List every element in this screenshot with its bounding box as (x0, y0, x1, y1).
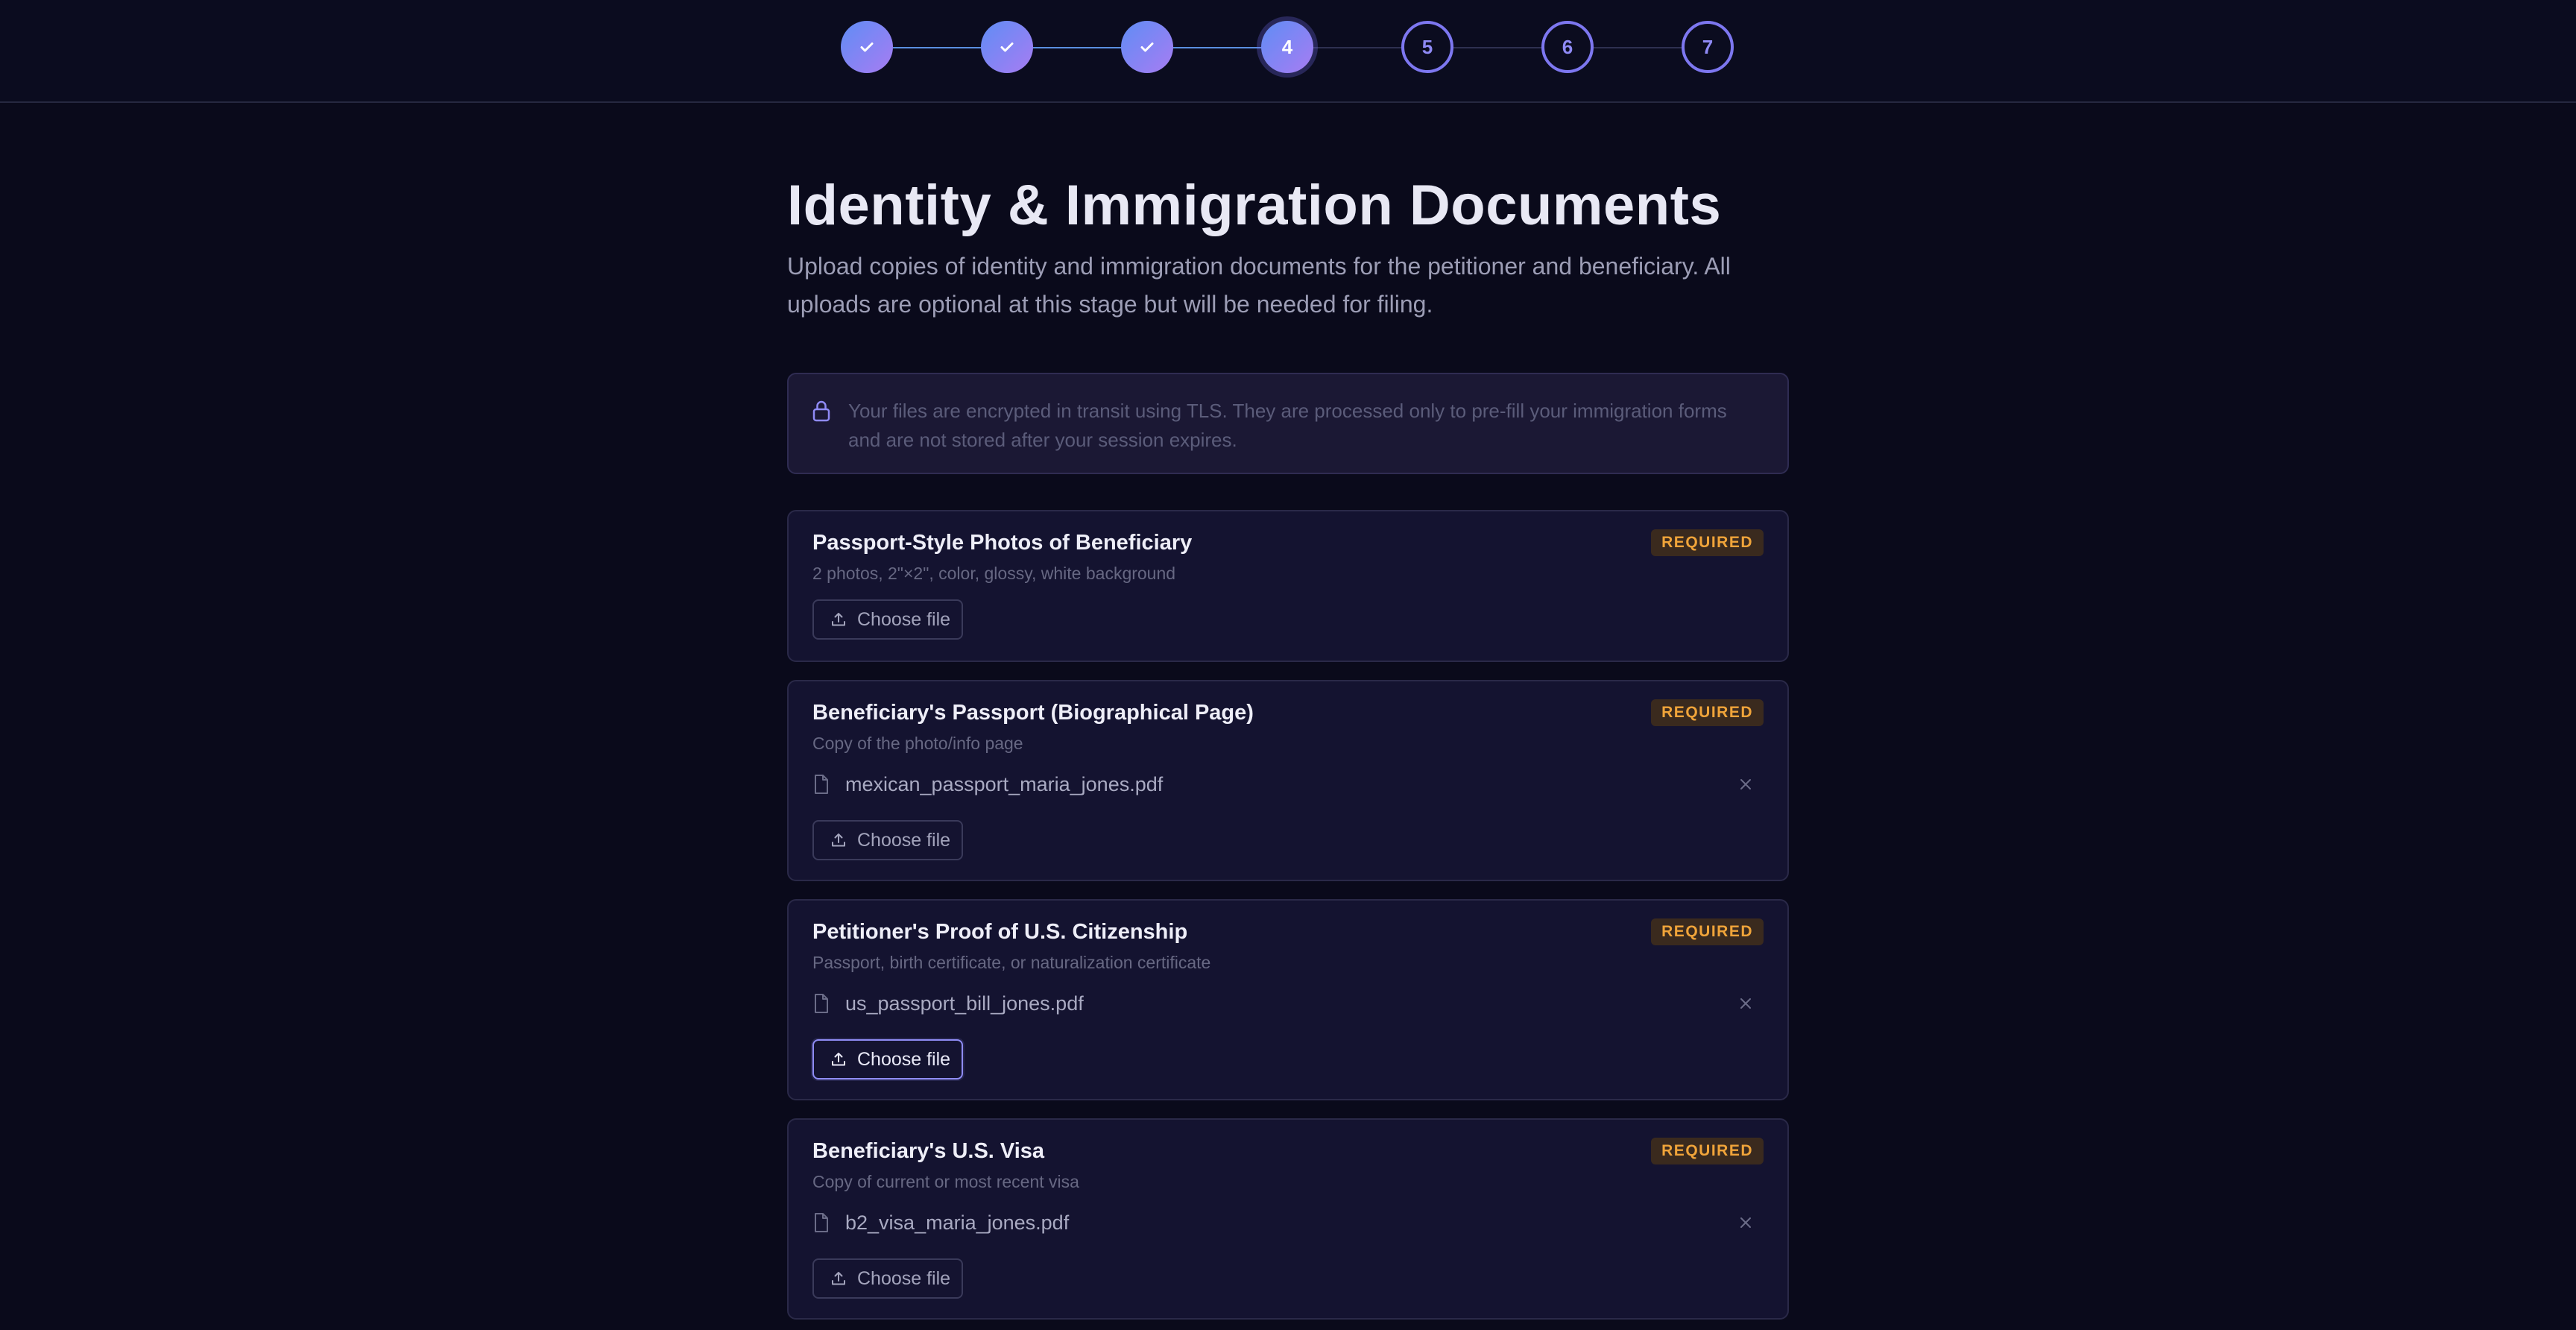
card-description: Passport, birth certificate, or naturali… (812, 953, 1211, 972)
choose-file-button[interactable]: Choose file (812, 820, 963, 860)
file-name: mexican_passport_maria_jones.pdf (845, 772, 1164, 795)
card-description: Copy of the photo/info page (812, 734, 1023, 753)
file-icon (815, 994, 828, 1013)
uploaded-file-row: b2_visa_maria_jones.pdf (812, 1209, 1764, 1236)
step-2[interactable] (981, 21, 1033, 73)
uploaded-file-row: us_passport_bill_jones.pdf (812, 990, 1764, 1017)
upload-icon (832, 613, 845, 626)
choose-file-label: Choose file (857, 1267, 951, 1289)
file-name: b2_visa_maria_jones.pdf (845, 1211, 1070, 1234)
lock-icon (812, 400, 830, 422)
progress-stepper: 4 5 6 7 (841, 21, 1735, 75)
step-6[interactable]: 6 (1541, 21, 1594, 73)
page-title: Identity & Immigration Documents (787, 174, 1722, 237)
required-badge: REQUIRED (1651, 529, 1764, 556)
card-description: Copy of current or most recent visa (812, 1172, 1079, 1191)
choose-file-label: Choose file (857, 608, 951, 630)
security-notice: Your files are encrypted in transit usin… (787, 373, 1789, 474)
remove-file-button[interactable] (1735, 1212, 1756, 1233)
remove-file-button[interactable] (1735, 993, 1756, 1014)
choose-file-button[interactable]: Choose file (812, 1039, 963, 1080)
upload-icon (832, 1053, 845, 1066)
document-card-beneficiary-photos: Passport-Style Photos of Beneficiary 2 p… (787, 510, 1789, 662)
remove-file-button[interactable] (1735, 774, 1756, 795)
document-card-beneficiary-passport: Beneficiary's Passport (Biographical Pag… (787, 680, 1789, 881)
step-4[interactable]: 4 (1261, 21, 1313, 73)
upload-icon (832, 1272, 845, 1285)
card-title: Passport-Style Photos of Beneficiary (812, 531, 1193, 555)
main-content: Identity & Immigration Documents Upload … (787, 168, 1789, 1320)
required-badge: REQUIRED (1651, 1138, 1764, 1164)
check-icon (860, 42, 874, 52)
top-bar: 4 5 6 7 (0, 0, 2576, 103)
choose-file-button[interactable]: Choose file (812, 1258, 963, 1299)
document-card-beneficiary-visa: Beneficiary's U.S. Visa Copy of current … (787, 1118, 1789, 1320)
close-icon (1740, 1217, 1751, 1228)
card-description: 2 photos, 2"×2", color, glossy, white ba… (812, 564, 1176, 583)
step-7[interactable]: 7 (1682, 21, 1734, 73)
file-name: us_passport_bill_jones.pdf (845, 992, 1084, 1015)
choose-file-label: Choose file (857, 829, 951, 851)
upload-icon (832, 833, 845, 847)
close-icon (1740, 998, 1751, 1009)
page-subtitle: Upload copies of identity and immigratio… (787, 253, 1731, 318)
choose-file-label: Choose file (857, 1048, 951, 1070)
required-badge: REQUIRED (1651, 918, 1764, 945)
required-badge: REQUIRED (1651, 699, 1764, 726)
file-icon (815, 1213, 828, 1232)
choose-file-button[interactable]: Choose file (812, 599, 963, 640)
close-icon (1740, 779, 1751, 790)
step-3[interactable] (1121, 21, 1173, 73)
card-title: Petitioner's Proof of U.S. Citizenship (812, 920, 1188, 944)
document-card-petitioner-citizenship: Petitioner's Proof of U.S. Citizenship P… (787, 899, 1789, 1100)
check-icon (1000, 42, 1014, 52)
card-title: Beneficiary's U.S. Visa (812, 1139, 1045, 1163)
step-5[interactable]: 5 (1401, 21, 1453, 73)
uploaded-file-row: mexican_passport_maria_jones.pdf (812, 771, 1764, 798)
file-icon (815, 775, 828, 794)
notice-text: Your files are encrypted in transit usin… (848, 400, 1727, 451)
card-title: Beneficiary's Passport (Biographical Pag… (812, 701, 1254, 725)
step-1[interactable] (841, 21, 893, 73)
check-icon (1140, 42, 1154, 52)
